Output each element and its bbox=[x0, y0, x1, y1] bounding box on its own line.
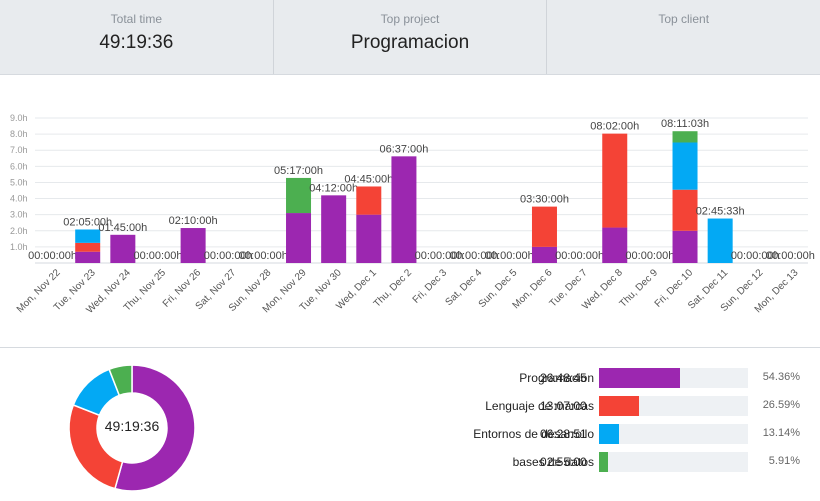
bar-total-label: 01:45:00h bbox=[98, 222, 147, 234]
total-time-label: Total time bbox=[110, 12, 163, 26]
bar-segment bbox=[531, 206, 557, 247]
x-category-label: Thu, Dec 2 bbox=[372, 267, 415, 310]
bar-segment bbox=[110, 234, 136, 263]
total-time-card: Total time 49:19:36 bbox=[0, 0, 274, 74]
bar-total-label: 02:45:33h bbox=[696, 206, 745, 218]
project-bar-track bbox=[599, 424, 748, 444]
y-tick-label: 2.0h bbox=[10, 226, 28, 236]
top-project-card: Top project Programacion bbox=[274, 0, 548, 74]
bar-total-label: 00:00:00h bbox=[28, 250, 77, 262]
project-duration: 26:48:45 bbox=[540, 371, 587, 385]
bar-segment bbox=[672, 230, 698, 263]
bar-segment bbox=[602, 227, 628, 263]
bar-segment bbox=[356, 186, 382, 215]
y-tick-label: 1.0h bbox=[10, 242, 28, 252]
y-tick-label: 6.0h bbox=[10, 161, 28, 171]
project-percent: 26.59% bbox=[762, 399, 800, 411]
top-project-label: Top project bbox=[380, 12, 440, 26]
bar-segment bbox=[75, 242, 101, 252]
donut-center-total: 49:19:36 bbox=[104, 418, 160, 434]
project-bar-fill bbox=[599, 452, 608, 472]
bar-segment bbox=[672, 189, 698, 231]
y-tick-label: 4.0h bbox=[10, 194, 28, 204]
bar-total-label: 00:00:00h bbox=[555, 250, 604, 262]
project-duration: 13:07:00 bbox=[540, 399, 587, 413]
bar-total-label: 05:17:00h bbox=[274, 165, 323, 177]
bar-segment bbox=[602, 133, 628, 228]
project-bar-fill bbox=[599, 368, 680, 388]
bar-segment bbox=[286, 177, 312, 214]
y-tick-label: 7.0h bbox=[10, 145, 28, 155]
bar-total-label: 00:00:00h bbox=[134, 250, 183, 262]
top-project-value: Programacion bbox=[350, 32, 470, 53]
bar-total-label: 08:11:03h bbox=[661, 118, 709, 130]
project-bar-track bbox=[599, 368, 748, 388]
bar-segment bbox=[672, 131, 698, 143]
bar-total-label: 00:00:00h bbox=[625, 250, 674, 262]
total-time-value: 49:19:36 bbox=[99, 32, 174, 53]
project-duration: 06:28:51 bbox=[540, 427, 587, 441]
y-tick-label: 5.0h bbox=[10, 177, 28, 187]
project-percent: 54.36% bbox=[762, 371, 800, 383]
bar-segment bbox=[356, 214, 382, 263]
project-row: Entornos de desarrollo 06:28:51 13.14% bbox=[370, 423, 810, 445]
bar-segment bbox=[531, 246, 557, 263]
project-row: Lenguaje de marcas 13:07:00 26.59% bbox=[370, 395, 810, 417]
project-percent: 13.14% bbox=[762, 427, 800, 439]
project-row: bases de datos 02:55:00 5.91% bbox=[370, 451, 810, 473]
bar-total-label: 00:00:00h bbox=[766, 250, 815, 262]
project-percent: 5.91% bbox=[768, 455, 800, 467]
bar-segment bbox=[180, 228, 206, 263]
bar-segment bbox=[672, 142, 698, 190]
bar-segment bbox=[321, 195, 347, 263]
summary-bar: Total time 49:19:36 Top project Programa… bbox=[0, 0, 820, 75]
project-bar-track bbox=[599, 452, 748, 472]
bar-total-label: 00:00:00h bbox=[239, 250, 288, 262]
y-tick-label: 3.0h bbox=[10, 210, 28, 220]
project-bar-fill bbox=[599, 424, 619, 444]
bar-total-label: 04:45:00h bbox=[344, 173, 393, 185]
bar-total-label: 08:02:00h bbox=[590, 121, 639, 133]
bar-segment bbox=[75, 251, 101, 263]
bar-segment bbox=[391, 156, 417, 263]
y-tick-label: 9.0h bbox=[10, 113, 28, 123]
bar-total-label: 06:37:00h bbox=[379, 143, 428, 155]
project-row: Programacion 26:48:45 54.36% bbox=[370, 367, 810, 389]
bar-total-label: 00:00:00h bbox=[485, 250, 534, 262]
bar-segment bbox=[286, 213, 312, 263]
bar-total-label: 03:30:00h bbox=[520, 194, 569, 206]
daily-stacked-bar-chart: 1.0h 2.0h 3.0h 4.0h 5.0h 6.0h 7.0h 8.0h 9.0h 00:0… bbox=[10, 113, 815, 316]
project-bar-fill bbox=[599, 396, 639, 416]
bar-segment bbox=[75, 229, 101, 243]
project-bar-track bbox=[599, 396, 748, 416]
y-tick-label: 8.0h bbox=[10, 129, 28, 139]
bar-segment bbox=[707, 218, 733, 263]
bar-total-label: 02:10:00h bbox=[169, 215, 218, 227]
top-client-card: Top client bbox=[547, 0, 820, 74]
project-duration: 02:55:00 bbox=[540, 455, 587, 469]
section-divider bbox=[0, 347, 820, 348]
top-client-label: Top client bbox=[658, 12, 710, 26]
